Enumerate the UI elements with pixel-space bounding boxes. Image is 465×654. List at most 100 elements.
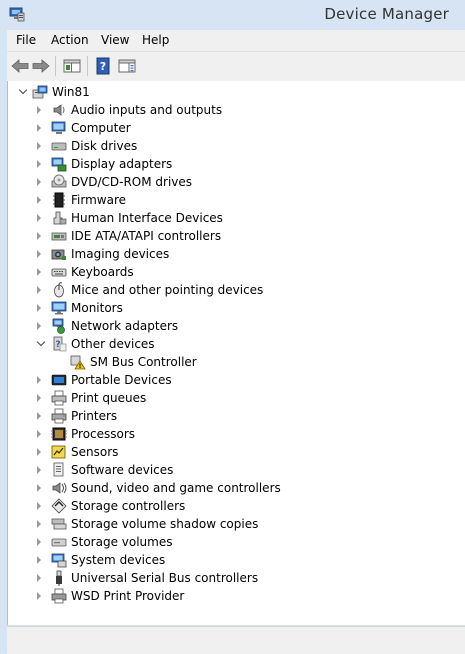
tree-category-row[interactable]: Storage volume shadow copies bbox=[8, 515, 458, 533]
tree-category-row[interactable]: Keyboards bbox=[8, 263, 458, 281]
expand-arrow-icon[interactable] bbox=[37, 322, 41, 330]
speaker-icon bbox=[51, 102, 67, 118]
tree-category-row[interactable]: Universal Serial Bus controllers bbox=[8, 569, 458, 587]
tree-category-row[interactable]: Mice and other pointing devices bbox=[8, 281, 458, 299]
show-action-pane-button[interactable] bbox=[117, 56, 137, 76]
firmware-chip-icon bbox=[51, 192, 67, 208]
console-tree-icon bbox=[63, 59, 81, 73]
expand-arrow-icon[interactable] bbox=[37, 106, 41, 114]
menu-view[interactable]: View bbox=[99, 33, 131, 47]
tree-root-row[interactable]: Win81 bbox=[8, 83, 458, 101]
tree-category-row[interactable]: Imaging devices bbox=[8, 245, 458, 263]
network-adapter-icon bbox=[51, 318, 67, 334]
tree-category-label: Network adapters bbox=[71, 319, 179, 333]
storage-controller-icon bbox=[51, 498, 67, 514]
expand-arrow-icon[interactable] bbox=[37, 124, 41, 132]
tree-device-row[interactable]: SM Bus Controller bbox=[8, 353, 458, 371]
expand-arrow-icon[interactable] bbox=[37, 196, 41, 204]
display-adapter-icon bbox=[51, 156, 67, 172]
tree-category-row[interactable]: Computer bbox=[8, 119, 458, 137]
collapse-arrow-icon[interactable] bbox=[36, 337, 46, 347]
menu-action[interactable]: Action bbox=[49, 33, 91, 47]
expand-arrow-icon[interactable] bbox=[37, 430, 41, 438]
tree-category-row[interactable]: Display adapters bbox=[8, 155, 458, 173]
expand-arrow-icon[interactable] bbox=[37, 592, 41, 600]
back-arrow-icon bbox=[11, 59, 29, 73]
tree-category-row[interactable]: Sensors bbox=[8, 443, 458, 461]
toolbar-separator bbox=[87, 56, 88, 76]
expand-arrow-icon[interactable] bbox=[37, 394, 41, 402]
help-button[interactable]: ? bbox=[93, 56, 113, 76]
tree-category-row[interactable]: Processors bbox=[8, 425, 458, 443]
expand-arrow-icon[interactable] bbox=[37, 160, 41, 168]
tree-category-row[interactable]: Sound, video and game controllers bbox=[8, 479, 458, 497]
show-hide-console-tree-button[interactable] bbox=[62, 56, 82, 76]
menu-file[interactable]: File bbox=[14, 33, 38, 47]
expand-arrow-icon[interactable] bbox=[37, 556, 41, 564]
dvd-drive-icon bbox=[51, 174, 67, 190]
tree-category-row[interactable]: Software devices bbox=[8, 461, 458, 479]
tree-category-row[interactable]: Printers bbox=[8, 407, 458, 425]
svg-text:?: ? bbox=[100, 60, 106, 73]
tree-category-row[interactable]: ? Other devices bbox=[8, 335, 458, 353]
tree-category-label: Storage volumes bbox=[71, 535, 173, 549]
expand-arrow-icon[interactable] bbox=[37, 574, 41, 582]
tree-category-row[interactable]: Print queues bbox=[8, 389, 458, 407]
tree-category-label: System devices bbox=[71, 553, 166, 567]
forward-button[interactable] bbox=[31, 56, 51, 76]
collapse-arrow-icon[interactable] bbox=[18, 85, 28, 95]
tree-category-row[interactable]: Storage controllers bbox=[8, 497, 458, 515]
tree-category-label: Mice and other pointing devices bbox=[71, 283, 264, 297]
expand-arrow-icon[interactable] bbox=[37, 232, 41, 240]
forward-arrow-icon bbox=[32, 59, 50, 73]
help-book-icon: ? bbox=[96, 57, 110, 75]
unknown-device-icon: ? bbox=[51, 336, 67, 352]
software-device-icon bbox=[51, 462, 67, 478]
expand-arrow-icon[interactable] bbox=[37, 178, 41, 186]
expand-arrow-icon[interactable] bbox=[37, 376, 41, 384]
expand-arrow-icon[interactable] bbox=[37, 268, 41, 276]
tree-category-row[interactable]: Storage volumes bbox=[8, 533, 458, 551]
device-tree[interactable]: Win81 Audio inputs and outputs Computer Di… bbox=[7, 81, 465, 625]
expand-arrow-icon[interactable] bbox=[37, 214, 41, 222]
tree-category-label: Software devices bbox=[71, 463, 174, 477]
tree-category-row[interactable]: IDE ATA/ATAPI controllers bbox=[8, 227, 458, 245]
title-bar[interactable]: Device Manager bbox=[0, 0, 465, 30]
expand-arrow-icon[interactable] bbox=[37, 520, 41, 528]
expand-arrow-icon[interactable] bbox=[37, 502, 41, 510]
keyboard-icon bbox=[51, 264, 67, 280]
expand-arrow-icon[interactable] bbox=[37, 142, 41, 150]
tree-category-row[interactable]: DVD/CD-ROM drives bbox=[8, 173, 458, 191]
portable-device-icon bbox=[51, 372, 67, 388]
tree-category-row[interactable]: Firmware bbox=[8, 191, 458, 209]
expand-arrow-icon[interactable] bbox=[37, 538, 41, 546]
tree-root-label: Win81 bbox=[52, 85, 90, 99]
sensor-icon bbox=[51, 444, 67, 460]
tree-category-row[interactable]: Portable Devices bbox=[8, 371, 458, 389]
hid-icon bbox=[51, 210, 67, 226]
processor-icon bbox=[51, 426, 67, 442]
tree-category-row[interactable]: Audio inputs and outputs bbox=[8, 101, 458, 119]
tree-category-label: Keyboards bbox=[71, 265, 134, 279]
expand-arrow-icon[interactable] bbox=[37, 484, 41, 492]
tree-category-row[interactable]: Monitors bbox=[8, 299, 458, 317]
expand-arrow-icon[interactable] bbox=[37, 466, 41, 474]
expand-arrow-icon[interactable] bbox=[37, 304, 41, 312]
tree-category-row[interactable]: System devices bbox=[8, 551, 458, 569]
tree-category-row[interactable]: WSD Print Provider bbox=[8, 587, 458, 605]
back-button[interactable] bbox=[10, 56, 30, 76]
monitor-icon bbox=[51, 300, 67, 316]
tree-category-row[interactable]: Network adapters bbox=[8, 317, 458, 335]
menu-help[interactable]: Help bbox=[140, 33, 171, 47]
tree-category-label: Display adapters bbox=[71, 157, 173, 171]
expand-arrow-icon[interactable] bbox=[37, 412, 41, 420]
tree-category-row[interactable]: Disk drives bbox=[8, 137, 458, 155]
expand-arrow-icon[interactable] bbox=[37, 286, 41, 294]
printer-queue-icon bbox=[51, 390, 67, 406]
tree-category-row[interactable]: Human Interface Devices bbox=[8, 209, 458, 227]
tree-category-label: Sensors bbox=[71, 445, 119, 459]
tree-category-label: Sound, video and game controllers bbox=[71, 481, 281, 495]
tree-category-label: Universal Serial Bus controllers bbox=[71, 571, 259, 585]
expand-arrow-icon[interactable] bbox=[37, 250, 41, 258]
expand-arrow-icon[interactable] bbox=[37, 448, 41, 456]
